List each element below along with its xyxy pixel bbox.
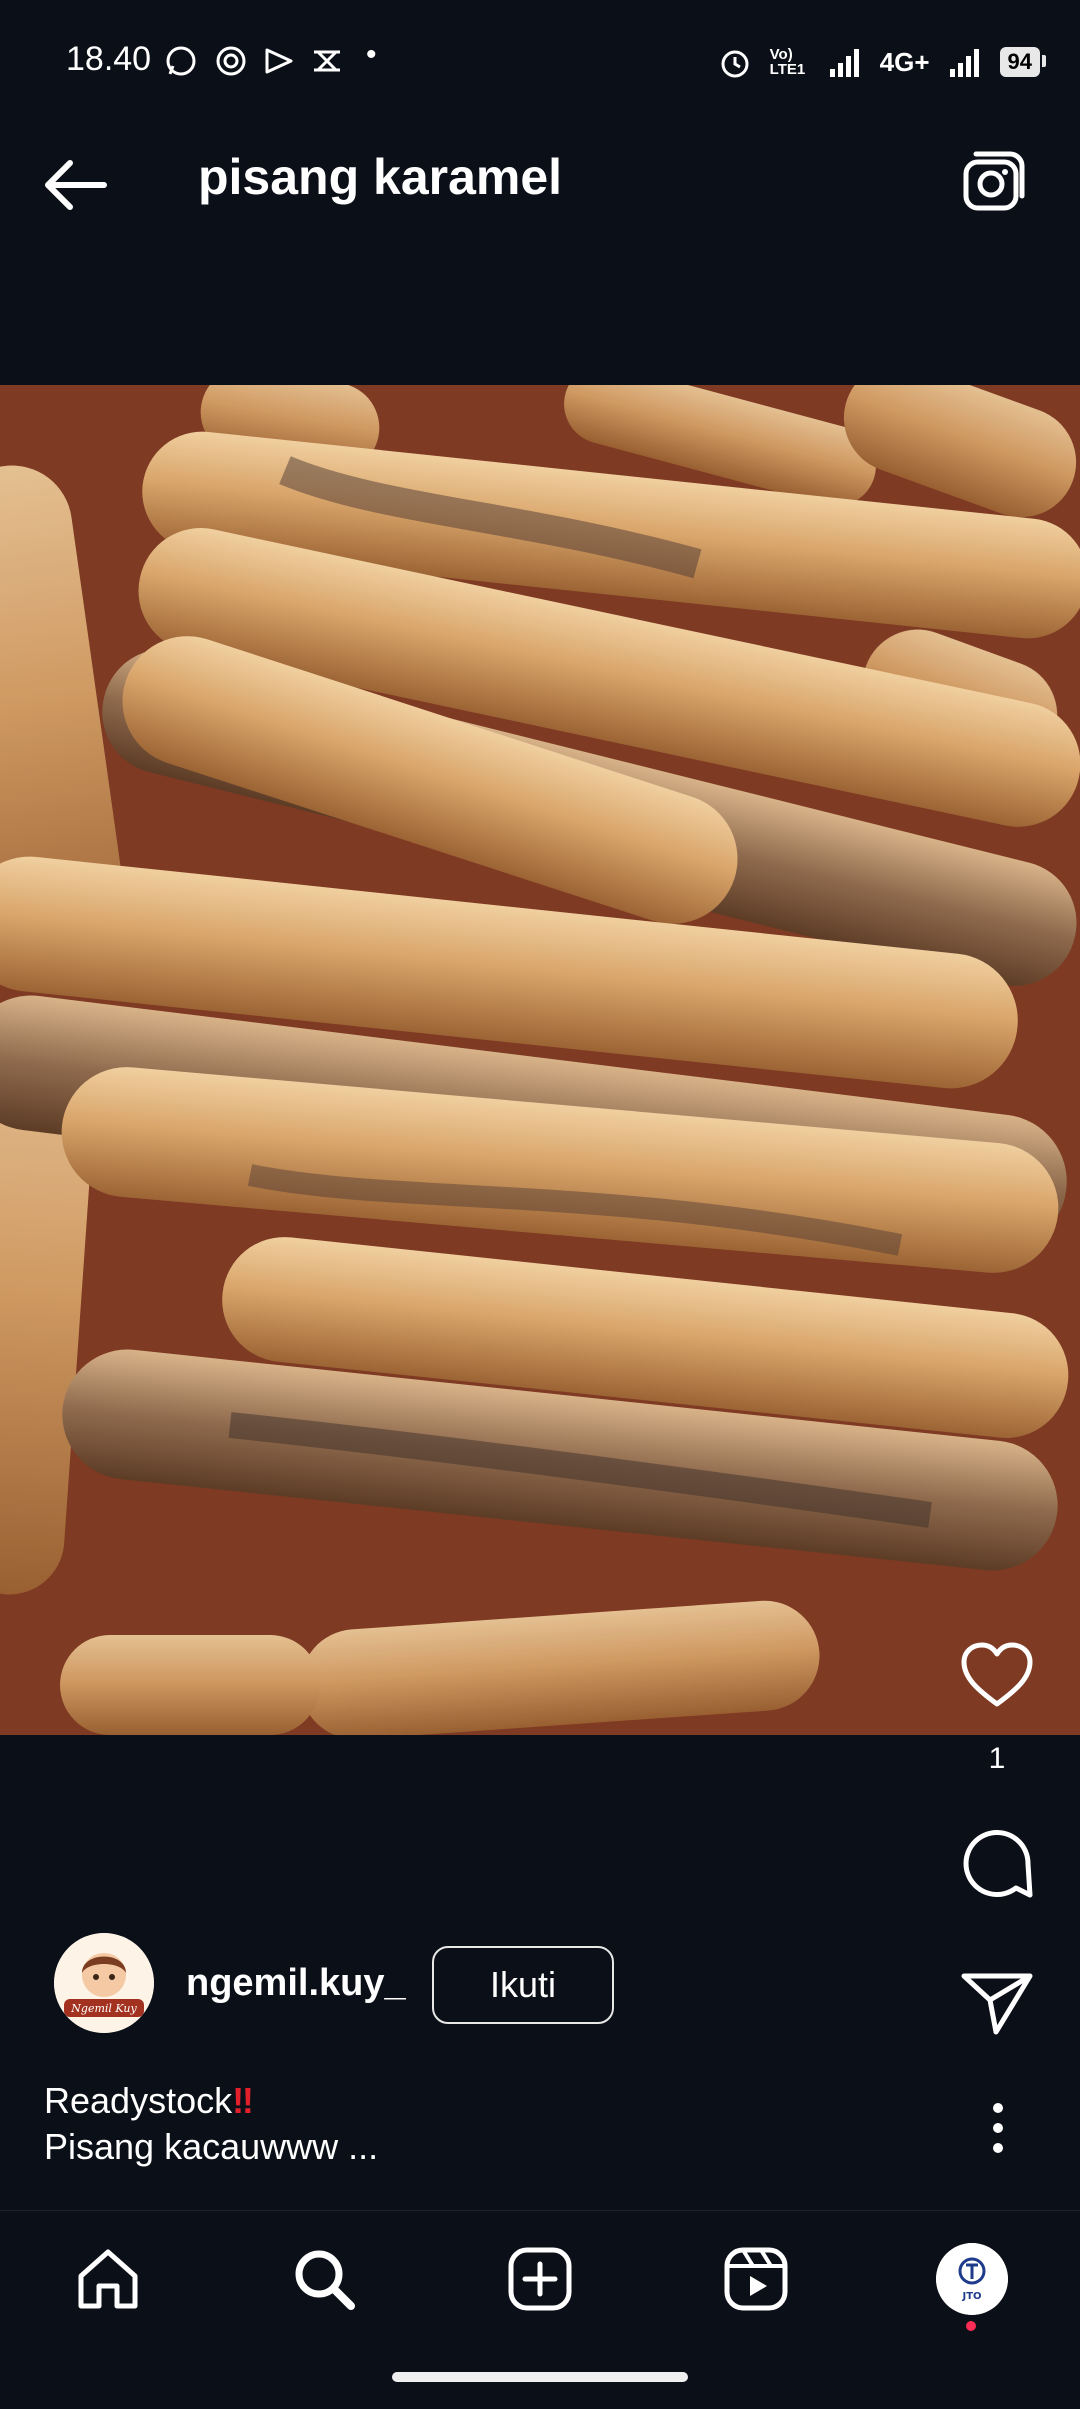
- status-time: 18.40: [66, 40, 152, 78]
- play-icon: [265, 48, 293, 74]
- follow-button[interactable]: Ikuti: [432, 1946, 614, 2024]
- heart-icon[interactable]: [958, 1640, 1036, 1710]
- double-exclamation-emoji: ‼: [232, 2080, 254, 2121]
- sync-icon: [216, 46, 246, 76]
- username[interactable]: ngemil.kuy_: [186, 1962, 406, 2005]
- home-icon: [78, 2249, 138, 2309]
- add-icon: [508, 2247, 572, 2311]
- svg-text:Ngemil Kuy: Ngemil Kuy: [70, 2002, 137, 2015]
- post-photo-illustration: [0, 385, 1080, 1735]
- home-indicator[interactable]: [392, 2372, 688, 2382]
- send-icon[interactable]: [958, 1968, 1036, 2038]
- reels-icon: [724, 2247, 788, 2311]
- svg-text:JTO: JTO: [961, 2291, 981, 2302]
- nav-profile-avatar[interactable]: JTO: [936, 2243, 1008, 2315]
- capcut-icon: [314, 50, 340, 72]
- caption[interactable]: Readystock‼ Pisang kacauwww ...: [44, 2078, 378, 2170]
- nav-search[interactable]: [284, 2239, 364, 2319]
- caption-line-1: Readystock‼: [44, 2080, 254, 2121]
- nav-reels[interactable]: [716, 2239, 796, 2319]
- nav-home[interactable]: [68, 2239, 148, 2319]
- status-bar: 18.40 • Vo) LTE1 4G+ 94: [0, 0, 1080, 100]
- page-title: pisang karamel: [198, 149, 563, 205]
- signal-2-icon: [949, 49, 979, 77]
- signal-icon: [829, 49, 859, 77]
- network-type: 4G+: [879, 46, 930, 77]
- avatar-logo: Ngemil Kuy: [54, 1933, 154, 2033]
- avatar[interactable]: Ngemil Kuy: [54, 1933, 154, 2033]
- notification-dot: [966, 2321, 976, 2331]
- header: pisang karamel: [0, 110, 1080, 240]
- like-count: 1: [988, 1742, 1006, 1775]
- volte-badge: Vo) LTE1: [769, 46, 806, 78]
- status-dot: •: [366, 38, 377, 71]
- whatsapp-icon: [166, 46, 196, 76]
- back-arrow-icon[interactable]: [40, 155, 110, 215]
- search-icon: [295, 2250, 355, 2310]
- alarm-icon: [721, 50, 749, 78]
- status-right-icons: Vo) LTE1 4G+ 94: [718, 42, 1047, 82]
- profile-logo: JTO: [936, 2243, 1008, 2315]
- caption-line-2: Pisang kacauwww ...: [44, 2126, 379, 2167]
- more-options-icon[interactable]: [978, 2098, 1018, 2158]
- comment-icon[interactable]: [958, 1825, 1036, 1903]
- nav-create[interactable]: [500, 2239, 580, 2319]
- camera-icon[interactable]: [960, 148, 1028, 216]
- battery-level: 94: [999, 47, 1047, 77]
- post-photo[interactable]: [0, 385, 1080, 1735]
